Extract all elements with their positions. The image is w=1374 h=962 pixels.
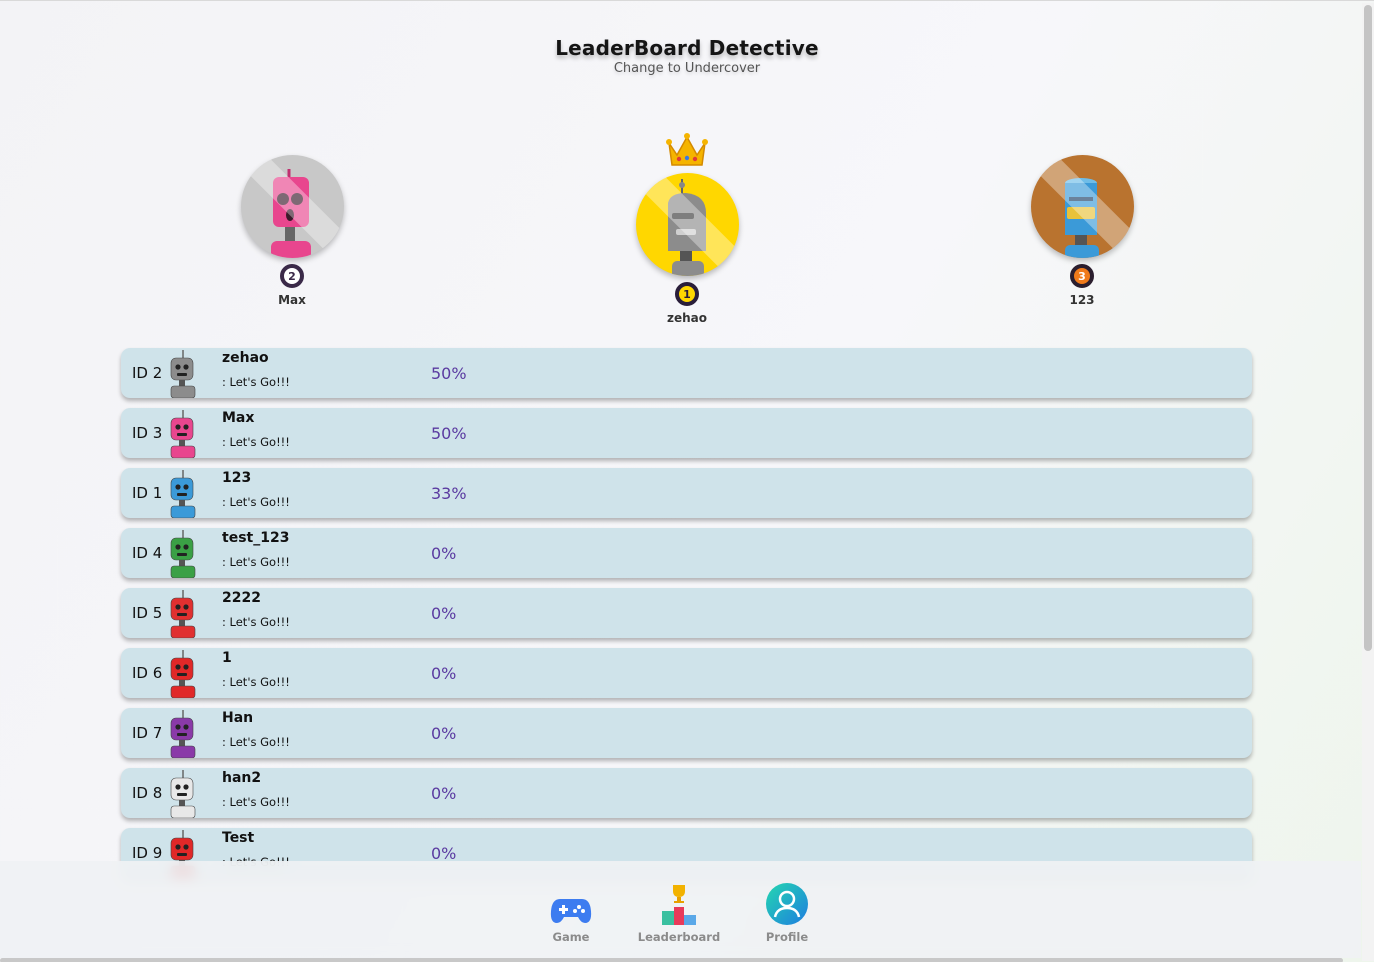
nav-leaderboard-label: Leaderboard <box>637 930 721 944</box>
player-id: ID 9 <box>132 844 163 862</box>
player-message: : Let's Go!!! <box>222 675 290 689</box>
nav-game[interactable]: Game <box>516 881 626 944</box>
player-score: 0% <box>431 604 457 623</box>
header: LeaderBoard Detective Change to Undercov… <box>0 36 1374 76</box>
scrollbar-thumb[interactable] <box>1364 5 1372 651</box>
player-score: 0% <box>431 724 457 743</box>
podium-avatar <box>240 155 344 258</box>
player-score: 0% <box>431 784 457 803</box>
podium-name: zehao <box>666 311 707 325</box>
nav-game-label: Game <box>552 930 590 944</box>
robot-avatar-icon <box>170 710 196 758</box>
player-name: zehao <box>222 350 269 366</box>
table-row[interactable]: ID 3 Max : Let's Go!!! 50% <box>121 408 1252 458</box>
player-score: 50% <box>431 424 467 443</box>
player-score: 33% <box>431 484 467 503</box>
table-row[interactable]: ID 7 Han : Let's Go!!! 0% <box>121 708 1252 758</box>
app-window: LeaderBoard Detective Change to Undercov… <box>0 0 1374 962</box>
robot-avatar-icon <box>170 770 196 818</box>
player-id: ID 6 <box>132 664 163 682</box>
player-id: ID 3 <box>132 424 163 442</box>
player-id: ID 4 <box>132 544 163 562</box>
player-id: ID 8 <box>132 784 163 802</box>
page-title: LeaderBoard Detective <box>555 36 819 60</box>
horizontal-scrollbar[interactable] <box>0 958 1343 962</box>
table-row[interactable]: ID 8 han2 : Let's Go!!! 0% <box>121 768 1252 818</box>
player-name: test_123 <box>222 530 290 546</box>
player-id: ID 2 <box>132 364 163 382</box>
table-row[interactable]: ID 1 123 : Let's Go!!! 33% <box>121 468 1252 518</box>
player-name: Han <box>222 710 254 726</box>
player-id: ID 5 <box>132 604 163 622</box>
player-message: : Let's Go!!! <box>222 555 290 569</box>
podium-third[interactable]: 3 123 <box>1002 155 1162 307</box>
table-row[interactable]: ID 2 zehao : Let's Go!!! 50% <box>121 348 1252 398</box>
leaderboard-list: ID 2 zehao : Let's Go!!! 50% ID 3 Max : Let's … <box>121 348 1252 888</box>
nav-leaderboard[interactable]: Leaderboard <box>624 881 734 944</box>
podium-avatar <box>1030 155 1134 258</box>
robot-avatar-icon <box>170 530 196 578</box>
player-message: : Let's Go!!! <box>222 435 290 449</box>
player-name: Test <box>222 830 255 846</box>
player-score: 0% <box>431 664 457 683</box>
nav-profile[interactable]: Profile <box>732 881 842 944</box>
table-row[interactable]: ID 4 test_123 : Let's Go!!! 0% <box>121 528 1252 578</box>
robot-avatar-icon <box>170 650 196 698</box>
player-score: 50% <box>431 364 467 383</box>
player-id: ID 1 <box>132 484 163 502</box>
bottom-navigation: Game Leaderboard Profile <box>0 861 1361 958</box>
player-name: han2 <box>222 770 262 786</box>
nav-profile-label: Profile <box>765 930 809 944</box>
robot-avatar-icon <box>170 410 196 458</box>
player-name: 1 <box>222 650 232 666</box>
podium-first[interactable]: 1 zehao <box>607 133 767 325</box>
player-message: : Let's Go!!! <box>222 735 290 749</box>
player-message: : Let's Go!!! <box>222 375 290 389</box>
player-score: 0% <box>431 544 457 563</box>
rank-badge: 2 <box>280 264 304 288</box>
table-row[interactable]: ID 5 2222 : Let's Go!!! 0% <box>121 588 1252 638</box>
player-name: 2222 <box>222 590 261 606</box>
podium-second[interactable]: 2 Max <box>212 155 372 307</box>
player-message: : Let's Go!!! <box>222 615 290 629</box>
player-name: Max <box>222 410 255 426</box>
player-message: : Let's Go!!! <box>222 795 290 809</box>
robot-avatar-icon <box>170 350 196 398</box>
podium-name: 123 <box>1069 293 1095 307</box>
podium-icon <box>624 881 734 925</box>
rank-badge: 3 <box>1070 264 1094 288</box>
robot-avatar-icon <box>170 470 196 518</box>
player-message: : Let's Go!!! <box>222 495 290 509</box>
player-name: 123 <box>222 470 252 486</box>
gamepad-icon <box>516 881 626 925</box>
crown-icon <box>666 131 708 175</box>
user-icon <box>732 881 842 925</box>
robot-avatar-icon <box>170 590 196 638</box>
table-row[interactable]: ID 6 1 : Let's Go!!! 0% <box>121 648 1252 698</box>
podium-name: Max <box>278 293 306 307</box>
podium-avatar <box>635 173 739 276</box>
change-mode-link[interactable]: Change to Undercover <box>0 61 1374 76</box>
rank-badge: 1 <box>675 282 699 306</box>
player-id: ID 7 <box>132 724 163 742</box>
